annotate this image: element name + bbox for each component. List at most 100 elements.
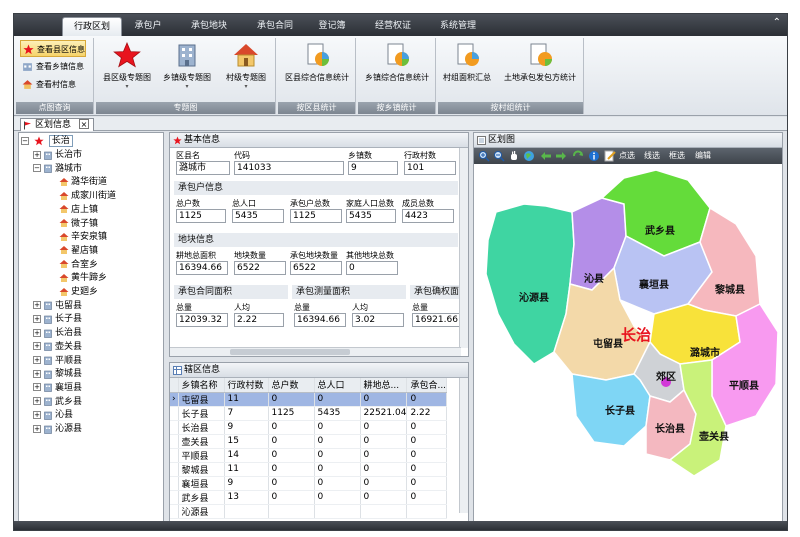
expand-toggle-icon[interactable]: + [33,424,41,433]
table-cell[interactable] [314,504,361,519]
table-cell[interactable]: 0 [360,448,408,463]
table-cell[interactable]: 14 [224,448,269,463]
tree-node[interactable]: 合室乡 [49,259,98,272]
expand-toggle-icon[interactable]: + [33,342,41,351]
county-thematic-button[interactable]: 县区级专题图 ▾ [98,40,156,100]
table-cell[interactable]: 13 [224,490,269,505]
vertical-scrollbar[interactable] [459,148,468,348]
expand-toggle-icon[interactable]: − [33,164,41,173]
table-row[interactable]: 长子县 7 1125 5435 22521.04 2.22 [170,406,448,421]
table-cell[interactable]: 0 [268,420,315,435]
table-cell[interactable]: 0 [314,490,361,505]
view-county-button[interactable]: 查看县区信息 [20,40,86,57]
zoom-out-icon[interactable] [493,150,505,162]
tree-node[interactable]: + 长治县 [33,327,82,340]
other-plot-count-field[interactable]: 0 [346,261,398,275]
table-cell[interactable]: 0 [360,476,408,491]
contract-percap-field[interactable]: 2.22 [234,313,284,327]
expand-toggle-icon[interactable]: + [33,150,41,159]
box-select-tool[interactable]: 框选 [669,150,685,162]
expand-toggle-icon[interactable]: + [33,397,41,406]
collapse-toggle-icon[interactable]: − [21,136,29,145]
table-cell[interactable] [406,504,448,519]
table-cell[interactable]: 0 [268,448,315,463]
table-cell[interactable]: 0 [406,392,448,407]
edit-pencil-icon[interactable] [604,150,616,162]
measured-percap-field[interactable]: 3.02 [352,313,404,327]
table-cell[interactable]: 0 [406,490,448,505]
column-header[interactable]: 乡镇名称 [178,378,225,393]
tree-node[interactable]: 辛安泉镇 [49,231,107,244]
table-cell[interactable]: 11 [224,462,269,477]
table-cell[interactable]: 黎城县 [178,462,225,477]
table-cell[interactable]: 武乡县 [178,490,225,505]
county-name-field[interactable]: 潞城市 [176,161,230,175]
table-cell[interactable]: 1125 [268,406,315,421]
table-cell[interactable]: 壶关县 [178,434,225,449]
county-stats-button[interactable]: 区县综合信息统计 [282,40,352,100]
table-cell[interactable]: 9 [224,420,269,435]
table-cell[interactable]: 5435 [314,406,361,421]
table-row[interactable]: 襄垣县 9 0 0 0 0 [170,476,448,491]
tree-node[interactable]: + 襄垣县 [33,382,82,395]
table-cell[interactable]: 沁源县 [178,504,225,519]
group-area-summary-button[interactable]: 村组面积汇总 [440,40,494,100]
town-thematic-button[interactable]: 乡镇级专题图 ▾ [158,40,216,100]
table-cell[interactable] [360,504,408,519]
tab-contract-household[interactable]: 承包户 [124,17,172,36]
close-icon[interactable]: × [79,119,90,129]
table-cell[interactable]: 0 [314,448,361,463]
table-cell[interactable]: 长子县 [178,406,225,421]
table-cell[interactable]: 0 [360,392,408,407]
town-stats-button[interactable]: 乡镇综合信息统计 [362,40,432,100]
table-row[interactable]: 黎城县 11 0 0 0 0 [170,462,448,477]
table-cell[interactable]: 0 [360,462,408,477]
info-icon[interactable] [588,150,600,162]
tree-node[interactable]: + 平顺县 [33,355,82,368]
table-cell[interactable]: 0 [406,448,448,463]
column-header[interactable]: 承包合... [406,378,448,393]
table-cell[interactable]: 0 [360,420,408,435]
column-header[interactable]: 总人口 [314,378,361,393]
tree-node[interactable]: + 屯留县 [33,300,82,313]
column-header[interactable]: 行政村数 [224,378,269,393]
vertical-scrollbar[interactable] [459,378,468,513]
tab-register[interactable]: 登记簿 [308,17,356,36]
expand-toggle-icon[interactable]: + [33,356,41,364]
table-cell[interactable]: 7 [224,406,269,421]
table-cell[interactable]: 0 [406,420,448,435]
measured-total-field[interactable]: 16394.66 [294,313,346,327]
tree-node[interactable]: + 长子县 [33,313,82,326]
members-field[interactable]: 4423 [402,209,454,223]
tree-node[interactable]: + 长治市 [33,149,82,162]
code-field[interactable]: 141033 [234,161,344,175]
tree-node[interactable]: + 武乡县 [33,396,82,409]
refresh-icon[interactable] [572,150,584,162]
tree-node[interactable]: 成家川街道 [49,190,116,203]
table-cell[interactable]: 11 [224,392,269,407]
view-town-button[interactable]: 查看乡镇信息 [20,58,84,75]
expand-toggle-icon[interactable]: + [33,301,41,310]
tree-node[interactable]: 微子镇 [49,218,98,231]
table-cell[interactable]: 襄垣县 [178,476,225,491]
table-row[interactable]: 长治县 9 0 0 0 0 [170,420,448,435]
horizontal-scrollbar[interactable] [170,347,461,356]
tab-contract-plot[interactable]: 承包地块 [180,17,238,36]
tree-node[interactable]: + 黎城县 [33,368,82,381]
table-cell[interactable]: 2.22 [406,406,448,421]
line-select-tool[interactable]: 线选 [644,150,660,162]
table-cell[interactable]: 0 [406,476,448,491]
table-cell[interactable]: 15 [224,434,269,449]
tree-node[interactable]: 史廻乡 [49,286,98,299]
village-thematic-button[interactable]: 村级专题图 ▾ [218,40,274,100]
table-cell[interactable]: 0 [360,490,408,505]
table-cell[interactable]: 0 [406,434,448,449]
back-arrow-icon[interactable] [540,150,552,162]
table-cell[interactable]: 0 [314,420,361,435]
table-cell[interactable]: 0 [360,434,408,449]
table-cell[interactable]: 9 [224,476,269,491]
tree-node[interactable]: 翟店镇 [49,245,98,258]
expand-toggle-icon[interactable]: + [33,314,41,323]
point-select-tool[interactable]: 点选 [619,150,635,162]
globe-icon[interactable] [523,150,535,162]
